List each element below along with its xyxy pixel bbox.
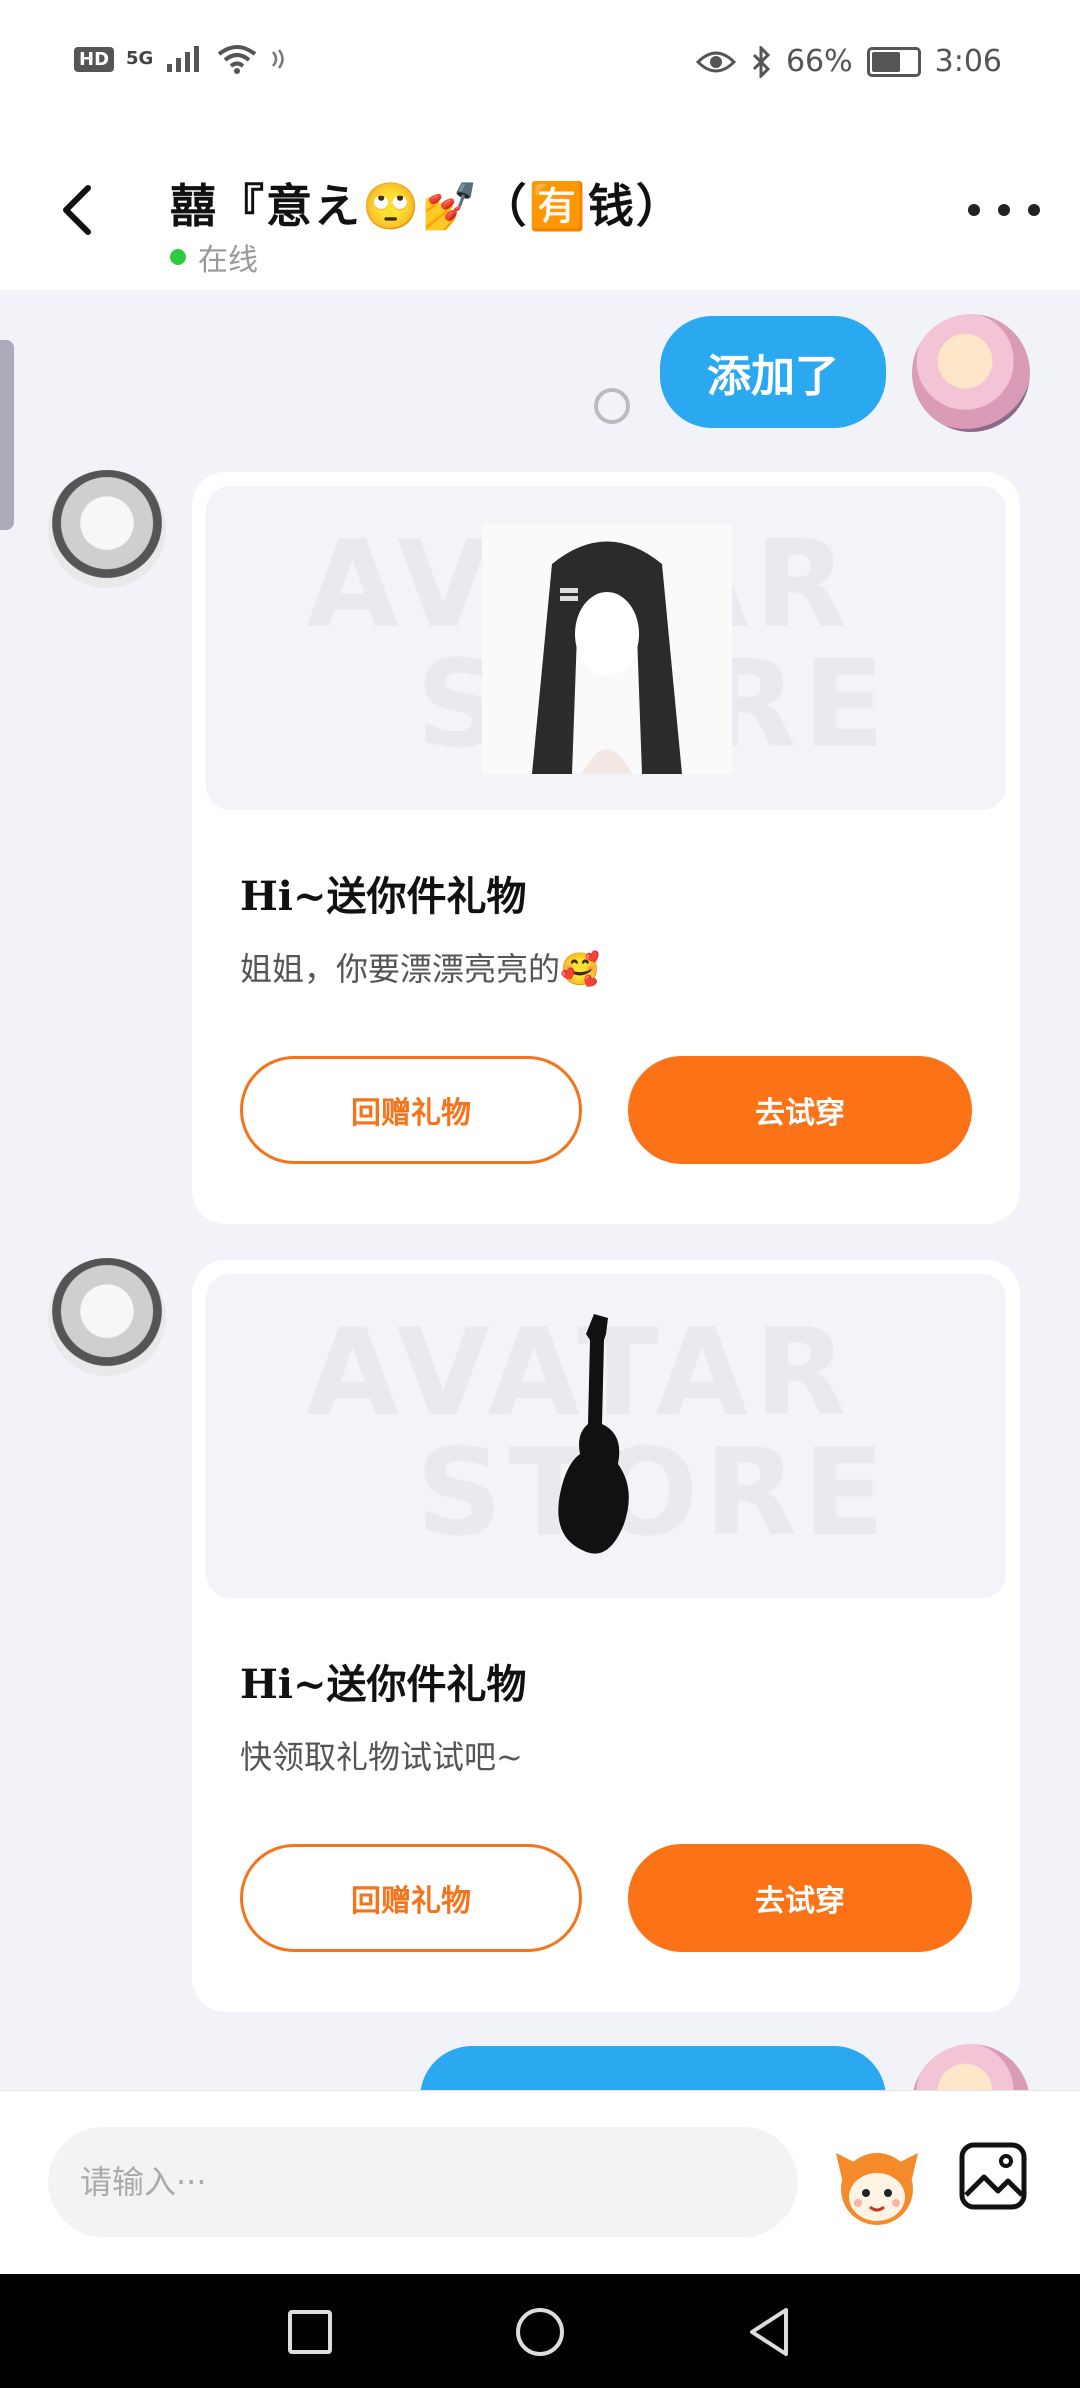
self-message-bubble-partial[interactable] xyxy=(420,2046,886,2090)
try-on-button[interactable]: 去试穿 xyxy=(628,1844,972,1952)
back-nav-button[interactable] xyxy=(740,2302,800,2362)
status-left: HD 5G xyxy=(74,44,289,74)
message-input[interactable] xyxy=(48,2127,798,2237)
sending-indicator xyxy=(594,388,630,424)
hd-badge: HD xyxy=(74,46,115,72)
back-button[interactable] xyxy=(50,180,110,240)
chat-header: 囍『意え🙄💅（🈶钱） 在线 xyxy=(0,130,1080,290)
gift-title: Hi~送你件礼物 xyxy=(240,873,527,920)
circle-icon xyxy=(516,2308,564,2356)
gift-card[interactable]: AVATAR STORE Hi~送你件礼物 姐姐，你要漂漂亮亮的🥰 回赠礼物 去… xyxy=(192,472,1020,1224)
contact-avatar[interactable] xyxy=(48,1258,166,1376)
self-avatar[interactable] xyxy=(912,2044,1030,2090)
gift-message: 姐姐，你要漂漂亮亮的🥰 xyxy=(240,950,600,988)
chevron-left-icon xyxy=(63,185,91,235)
network-label: 5G xyxy=(126,48,154,69)
return-gift-button[interactable]: 回赠礼物 xyxy=(240,1844,582,1952)
chat-area[interactable]: 添加了 AVATAR STORE Hi~送你件礼物 姐姐，你要漂漂亮亮的🥰 回赠… xyxy=(0,290,1080,2090)
guitar-item-image xyxy=(558,1314,629,1554)
system-nav-bar xyxy=(0,2274,1080,2388)
status-bar: HD 5G 66% 3:06 xyxy=(0,0,1080,130)
input-bar xyxy=(0,2090,1080,2275)
wifi-icon xyxy=(218,45,257,74)
status-right: 66% 3:06 xyxy=(695,44,1002,79)
clock: 3:06 xyxy=(934,44,1002,79)
scroll-indicator[interactable] xyxy=(0,340,14,530)
gift-image: AVATAR STORE xyxy=(206,1274,1006,1598)
watermark-bottom: STORE xyxy=(416,1424,891,1563)
recents-button[interactable] xyxy=(280,2302,340,2362)
gift-message: 快领取礼物试试吧~ xyxy=(240,1738,523,1776)
home-button[interactable] xyxy=(510,2302,570,2362)
triangle-back-icon xyxy=(750,2308,788,2356)
hair-item-image xyxy=(482,524,732,774)
self-avatar[interactable] xyxy=(912,314,1030,432)
gift-title: Hi~送你件礼物 xyxy=(240,1661,527,1708)
contact-avatar[interactable] xyxy=(48,470,166,588)
try-on-button[interactable]: 去试穿 xyxy=(628,1056,972,1164)
online-dot xyxy=(170,249,186,265)
self-message-bubble[interactable]: 添加了 xyxy=(660,316,886,428)
more-dot xyxy=(1028,204,1040,216)
online-label: 在线 xyxy=(198,243,258,278)
battery-percent: 66% xyxy=(785,44,853,79)
eye-icon xyxy=(695,51,736,72)
more-dot xyxy=(998,204,1010,216)
self-message-text: 添加了 xyxy=(707,351,839,402)
signal-icon xyxy=(167,46,200,72)
contact-name: 囍『意え🙄💅（🈶钱） xyxy=(170,179,684,233)
more-button[interactable] xyxy=(968,190,1040,230)
gift-image: AVATAR STORE xyxy=(206,486,1006,810)
mascot-emoji-icon xyxy=(836,2153,918,2225)
online-status: 在线 xyxy=(170,235,258,279)
battery-fill xyxy=(871,51,901,72)
more-dots-icon xyxy=(968,204,980,216)
image-button[interactable] xyxy=(958,2141,1028,2211)
nfc-icon xyxy=(272,49,285,69)
battery-icon xyxy=(866,46,921,77)
bluetooth-icon xyxy=(752,45,771,78)
gift-card[interactable]: AVATAR STORE Hi~送你件礼物 快领取礼物试试吧~ 回赠礼物 去试穿 xyxy=(192,1260,1020,2012)
image-icon xyxy=(959,2142,1027,2210)
return-gift-button[interactable]: 回赠礼物 xyxy=(240,1056,582,1164)
square-icon xyxy=(288,2310,332,2354)
emoji-button[interactable] xyxy=(832,2139,922,2229)
